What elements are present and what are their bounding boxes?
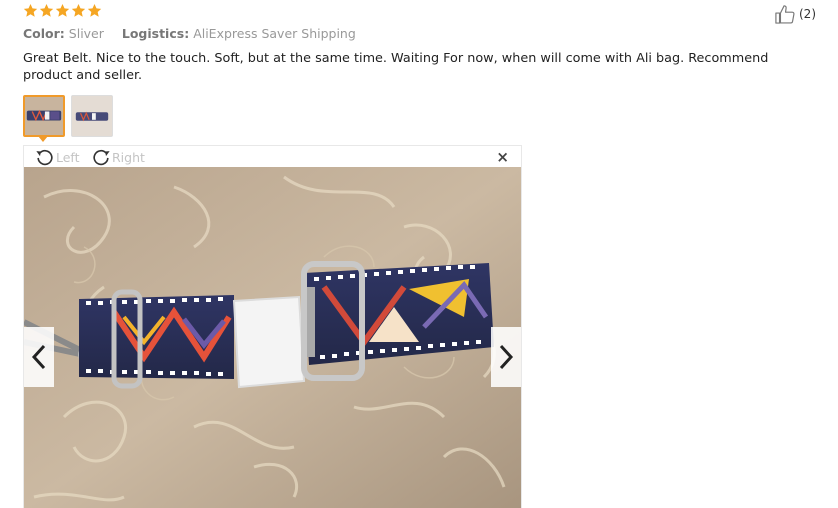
- thumbnail-2[interactable]: [71, 95, 113, 137]
- logistics-label: Logistics:: [121, 26, 190, 41]
- helpful-count: (2): [799, 7, 816, 21]
- color-value: Sliver: [68, 26, 104, 41]
- close-viewer-button[interactable]: ×: [496, 148, 509, 166]
- review-photo[interactable]: [24, 167, 521, 508]
- logistics-value: AliExpress Saver Shipping: [193, 26, 356, 41]
- star-rating: [23, 3, 102, 18]
- rotate-left-icon: [36, 149, 53, 166]
- belt-photo-thumbnail: [72, 96, 112, 136]
- rotate-left-label: Left: [56, 149, 80, 165]
- star-icon: [39, 3, 54, 17]
- review-text: Great Belt. Nice to the touch. Soft, but…: [23, 51, 769, 83]
- thumbs-up-icon: [775, 5, 795, 24]
- active-thumbnail-indicator: [38, 136, 48, 142]
- rotate-right-label: Right: [112, 149, 145, 165]
- review-meta: Color: Sliver Logistics: AliExpress Save…: [23, 26, 356, 41]
- thumbnail-strip: [23, 95, 113, 137]
- star-icon: [87, 3, 102, 17]
- chevron-left-icon: [31, 344, 46, 370]
- star-icon: [71, 3, 86, 17]
- thumbnail-1[interactable]: [23, 95, 65, 137]
- rotate-right-icon: [93, 149, 110, 166]
- next-image-button[interactable]: [491, 327, 521, 387]
- belt-photo: [24, 167, 521, 508]
- viewer-toolbar: Left Right ×: [24, 146, 521, 167]
- star-icon: [23, 3, 38, 17]
- helpful-button[interactable]: (2): [774, 4, 816, 24]
- star-icon: [55, 3, 70, 17]
- previous-image-button[interactable]: [24, 327, 54, 387]
- rotate-left-button[interactable]: Left: [34, 147, 80, 167]
- rotate-right-button[interactable]: Right: [90, 147, 145, 167]
- chevron-right-icon: [499, 344, 514, 370]
- image-viewer: Left Right ×: [23, 145, 522, 508]
- belt-photo-thumbnail: [25, 97, 63, 135]
- color-label: Color:: [23, 26, 65, 41]
